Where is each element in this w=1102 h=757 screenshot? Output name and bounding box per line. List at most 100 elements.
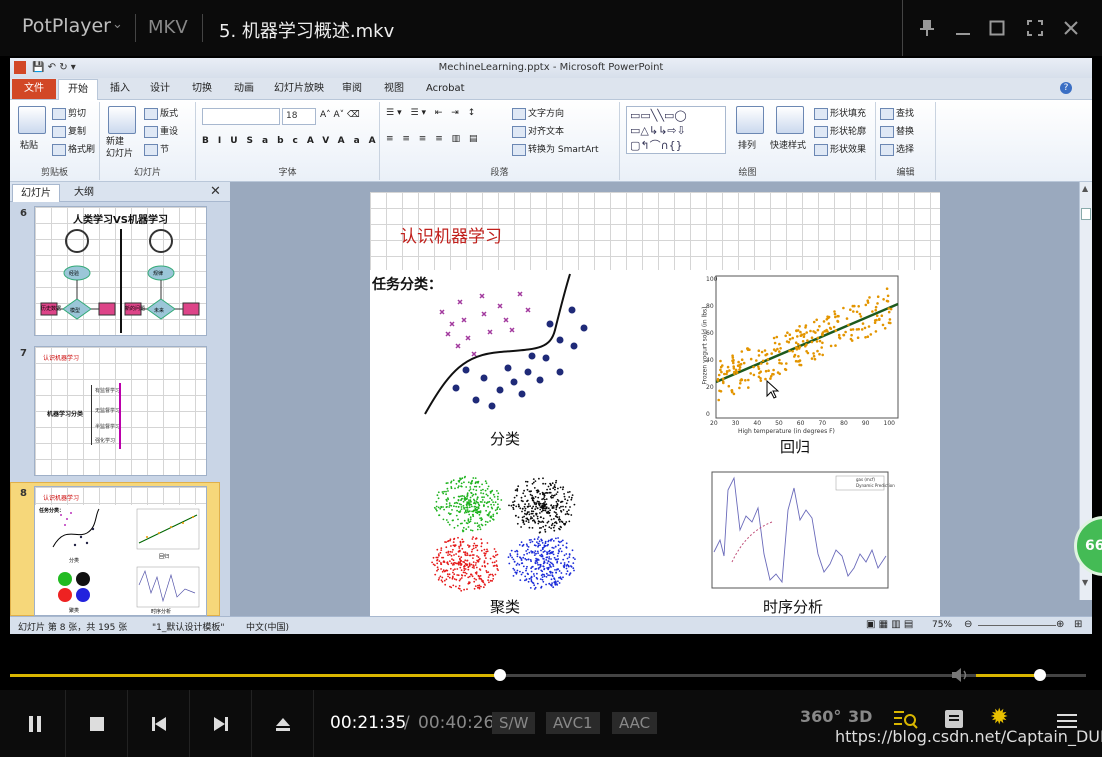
volume-icon[interactable] — [950, 666, 972, 688]
format-painter-button[interactable]: 格式刷 — [52, 142, 95, 156]
tab-animations[interactable]: 动画 — [226, 78, 262, 100]
seek-knob[interactable] — [494, 669, 506, 681]
help-icon[interactable]: ? — [1060, 82, 1072, 94]
cluster-point — [488, 500, 491, 503]
audio-codec-tag[interactable]: AAC — [612, 712, 658, 734]
close-icon[interactable] — [1049, 0, 1093, 56]
zoom-out-icon[interactable]: ⊖ — [964, 619, 972, 630]
cluster-point — [566, 557, 569, 560]
reset-button[interactable]: 重设 — [144, 124, 178, 138]
paste-button[interactable]: 粘贴 — [20, 138, 38, 151]
find-button[interactable]: 查找 — [880, 106, 914, 120]
quick-styles-icon[interactable] — [776, 106, 804, 134]
cluster-point — [568, 556, 571, 558]
cluster-point — [544, 530, 547, 533]
replace-button[interactable]: 替换 — [880, 124, 914, 138]
layout-button[interactable]: 版式 — [144, 106, 178, 120]
tab-home[interactable]: 开始 — [58, 79, 98, 100]
align-text-button[interactable]: 对齐文本 — [512, 124, 564, 138]
regression-point — [730, 389, 733, 392]
video-codec-tag[interactable]: AVC1 — [546, 712, 600, 734]
next-button[interactable] — [190, 690, 252, 757]
arrange-icon[interactable] — [736, 106, 764, 134]
tab-transitions[interactable]: 切换 — [184, 78, 220, 100]
subtitle-tag[interactable]: S/W — [492, 712, 536, 734]
pause-button[interactable] — [4, 690, 66, 757]
align-buttons[interactable]: ≡ ≡ ≡ ≡ ▥ ▤ — [386, 134, 480, 144]
tab-outline[interactable]: 大纲 — [66, 184, 102, 202]
cluster-point — [463, 588, 465, 591]
cluster-point — [543, 568, 545, 571]
slide-thumbnail-selected[interactable]: 认识机器学习 任务分类： 分类 回归 聚类 时序分析 — [34, 486, 207, 616]
shape-effects-button[interactable]: 形状效果 — [814, 142, 866, 156]
tab-acrobat[interactable]: Acrobat — [418, 78, 473, 100]
cluster-point — [548, 549, 551, 552]
cluster-point — [526, 572, 529, 575]
shape-outline-button[interactable]: 形状轮廓 — [814, 124, 866, 138]
font-size-input[interactable]: 18 — [282, 108, 316, 125]
scroll-up-icon[interactable]: ▲ — [1082, 184, 1088, 193]
new-slide-icon[interactable] — [108, 106, 136, 134]
cluster-point — [570, 498, 573, 501]
app-brand[interactable]: PotPlayer — [22, 15, 111, 37]
cluster-point — [495, 560, 498, 562]
tab-review[interactable]: 审阅 — [334, 78, 370, 100]
chevron-down-icon[interactable]: ⌄ — [112, 17, 123, 32]
new-slide-button[interactable]: 新建 幻灯片 — [106, 136, 133, 160]
quad-label: 回归 — [780, 438, 811, 456]
cluster-point — [550, 495, 552, 498]
cluster-point — [438, 560, 441, 562]
section-button[interactable]: 节 — [144, 142, 169, 156]
scroll-down-icon[interactable]: ▼ — [1082, 578, 1088, 587]
3d-icon[interactable]: 3D — [848, 707, 872, 726]
font-name-input[interactable] — [202, 108, 280, 125]
cluster-point — [564, 513, 567, 516]
360-icon[interactable]: 360° — [800, 707, 841, 726]
previous-button[interactable] — [128, 690, 190, 757]
cluster-point — [534, 521, 537, 524]
cluster-point — [463, 519, 466, 522]
stop-icon — [89, 716, 104, 731]
gear-icon[interactable]: ✹ — [990, 707, 1008, 729]
font-grow-shrink-icons[interactable]: A˄ A˅ ⌫ — [320, 110, 360, 120]
paste-icon[interactable] — [18, 106, 46, 134]
text-direction-button[interactable]: 文字方向 — [512, 106, 564, 120]
slide-thumbnail[interactable]: 认识机器学习 机器学习分类 有监督学习 无监督学习 半监督学习 强化学习 — [34, 346, 207, 476]
cluster-point — [437, 491, 440, 494]
quick-styles-button[interactable]: 快速样式 — [770, 138, 806, 151]
smartart-button[interactable]: 转换为 SmartArt — [512, 142, 598, 156]
cluster-point — [542, 507, 545, 509]
tab-file[interactable]: 文件 — [12, 79, 56, 99]
shape-fill-button[interactable]: 形状填充 — [814, 106, 866, 120]
zoom-in-icon[interactable]: ⊕ — [1056, 619, 1064, 630]
tab-view[interactable]: 视图 — [376, 78, 412, 100]
fit-window-icon[interactable]: ⊞ — [1074, 619, 1082, 630]
eject-button[interactable] — [252, 690, 314, 757]
tab-slideshow[interactable]: 幻灯片放映 — [266, 78, 332, 100]
regression-point — [776, 347, 779, 351]
quick-access-icons[interactable]: 💾 ↶ ↻ ▾ — [32, 62, 76, 73]
tab-insert[interactable]: 插入 — [102, 78, 138, 100]
cluster-point — [489, 557, 492, 560]
stop-button[interactable] — [66, 690, 128, 757]
cluster-point — [444, 583, 447, 586]
tab-design[interactable]: 设计 — [142, 78, 178, 100]
video-frame[interactable]: MechineLearning.pptx - Microsoft PowerPo… — [10, 58, 1092, 634]
volume-knob[interactable] — [1034, 669, 1046, 681]
tab-slides[interactable]: 幻灯片 — [12, 184, 60, 202]
view-buttons[interactable]: ▣ ▦ ▥ ▤ — [866, 619, 913, 630]
select-button[interactable]: 选择 — [880, 142, 914, 156]
current-slide[interactable]: 认识机器学习 任务分类： 分类 20 30 40 50 60 70 80 90 … — [370, 192, 940, 616]
scroll-thumb[interactable] — [1081, 208, 1091, 220]
zoom-slider[interactable] — [978, 625, 1056, 626]
close-panel-icon[interactable]: ✕ — [210, 184, 221, 199]
copy-button[interactable]: 复制 — [52, 124, 86, 138]
shapes-gallery[interactable]: ▭▭╲╲▭◯ ▭△↳↳⇨⇩ ▢↰⌒∩{} — [626, 106, 726, 154]
arrange-button[interactable]: 排列 — [738, 138, 756, 151]
slide-thumbnail[interactable]: 人类学习VS机器学习 经验 规律 历史数据 模型 新的问题 未来 — [34, 206, 207, 336]
zoom-level[interactable]: 75% — [932, 620, 952, 630]
font-format-buttons[interactable]: BIUSabcAVAaA — [202, 136, 385, 146]
list-buttons[interactable]: ☰▾ ☰▾ ⇤ ⇥ ↕ — [386, 108, 478, 118]
layout-icon — [144, 107, 158, 120]
cut-button[interactable]: 剪切 — [52, 106, 86, 120]
